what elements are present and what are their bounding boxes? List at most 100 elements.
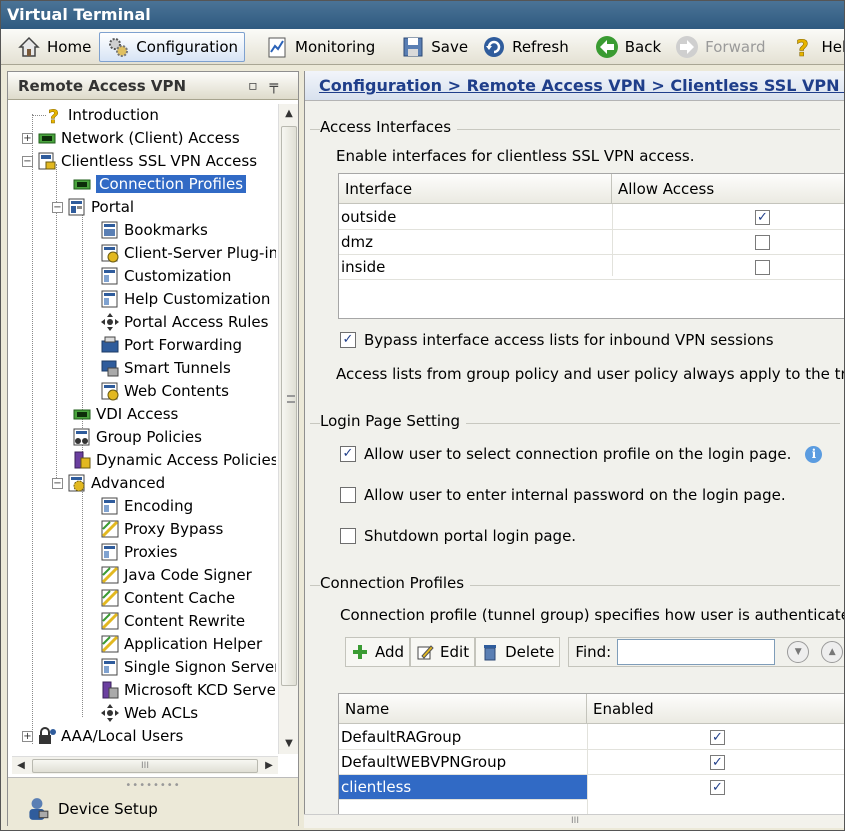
bypass-acl-option[interactable]: ✓ Bypass interface access lists for inbo… — [340, 331, 774, 349]
tree-node-dynamic-access-policies[interactable]: Dynamic Access Policies — [72, 449, 276, 471]
enabled-checkbox[interactable]: ✓ — [710, 755, 725, 770]
splitter-grip-icon[interactable]: •••••••• — [8, 780, 298, 791]
info-icon[interactable]: i — [805, 445, 823, 463]
expand-icon[interactable]: + — [22, 730, 33, 742]
tree-node-microsoft-kcd-server[interactable]: Microsoft KCD Server — [100, 679, 276, 701]
tree-node-java-code-signer[interactable]: Java Code Signer — [100, 564, 252, 586]
tree-node-client-server-plugins[interactable]: Client-Server Plug-ins — [100, 242, 276, 264]
allow-access-checkbox[interactable] — [755, 235, 770, 250]
breadcrumb[interactable]: Configuration > Remote Access VPN > Clie… — [305, 71, 844, 101]
tree-node-help-customization[interactable]: Help Customization — [100, 288, 270, 310]
table-row[interactable]: inside — [339, 255, 844, 280]
tree-node-proxy-bypass[interactable]: Proxy Bypass — [100, 518, 223, 540]
enabled-checkbox[interactable]: ✓ — [710, 780, 725, 795]
find-previous-icon[interactable]: ▲ — [821, 641, 844, 663]
configuration-panel: Configuration > Remote Access VPN > Clie… — [304, 71, 844, 826]
allow-access-checkbox[interactable] — [755, 260, 770, 275]
tree-node-encoding[interactable]: Encoding — [100, 495, 193, 517]
allow-access-column-header[interactable]: Allow Access — [612, 174, 844, 204]
name-column-header[interactable]: Name — [339, 694, 587, 724]
tree-node-group-policies[interactable]: Group Policies — [72, 426, 202, 448]
table-row-selected[interactable]: clientless — [339, 775, 587, 800]
refresh-button[interactable]: Refresh — [476, 32, 575, 62]
tree-node-single-signon-servers[interactable]: Single Signon Servers — [100, 656, 276, 678]
tree-label: Single Signon Servers — [124, 658, 276, 676]
scroll-down-arrow-icon[interactable]: ▼ — [279, 734, 299, 754]
pin-icon[interactable]: ╤ — [270, 78, 290, 94]
tree-node-customization[interactable]: Customization — [100, 265, 231, 287]
tree-node-web-contents[interactable]: Web Contents — [100, 380, 229, 402]
collapse-icon[interactable]: − — [22, 155, 33, 167]
scroll-left-arrow-icon[interactable]: ◀ — [12, 757, 30, 775]
home-button[interactable]: Home — [11, 32, 97, 62]
tree-node-bookmarks[interactable]: Bookmarks — [100, 219, 208, 241]
interface-column-header[interactable]: Interface — [339, 174, 612, 204]
tree-label: Web Contents — [124, 382, 229, 400]
edit-button[interactable]: Edit — [410, 637, 476, 667]
expand-icon[interactable]: + — [22, 132, 33, 144]
allow-access-checkbox[interactable]: ✓ — [755, 210, 770, 225]
scroll-thumb[interactable]: III — [32, 759, 258, 773]
add-button[interactable]: Add — [345, 637, 411, 667]
tree-node-port-forwarding[interactable]: Port Forwarding — [100, 334, 242, 356]
tree-vertical-scrollbar[interactable]: ▲ ▼ — [278, 104, 298, 754]
table-row[interactable]: dmz — [339, 230, 844, 255]
select-profile-label: Allow user to select connection profile … — [364, 445, 792, 463]
encoding-icon — [101, 497, 118, 515]
tree-node-vdi-access[interactable]: VDI Access — [72, 403, 178, 425]
bypass-acl-checkbox[interactable]: ✓ — [340, 332, 356, 348]
tree-horizontal-scrollbar[interactable]: ◀ III ▶ — [12, 756, 278, 774]
tree-node-network-access[interactable]: + Network (Client) Access — [22, 127, 240, 149]
delete-button[interactable]: Delete — [475, 637, 561, 667]
shutdown-portal-option[interactable]: Shutdown portal login page. — [340, 527, 576, 545]
tree-node-proxies[interactable]: Proxies — [100, 541, 177, 563]
internal-password-option[interactable]: Allow user to enter internal password on… — [340, 486, 786, 504]
table-row[interactable]: outside ✓ — [339, 205, 844, 230]
tree-node-content-cache[interactable]: Content Cache — [100, 587, 235, 609]
connection-profiles-icon — [73, 179, 91, 190]
content-horizontal-scrollbar[interactable]: III — [304, 814, 844, 828]
scroll-thumb[interactable] — [281, 126, 297, 686]
tree-node-introduction[interactable]: ? Introduction — [28, 104, 159, 126]
back-button[interactable]: Back — [589, 32, 667, 62]
scroll-up-arrow-icon[interactable]: ▲ — [279, 104, 299, 124]
forward-button[interactable]: Forward — [669, 32, 771, 62]
help-button[interactable]: ? Help — [785, 32, 844, 62]
tree-node-smart-tunnels[interactable]: Smart Tunnels — [100, 357, 231, 379]
tree-node-application-helper[interactable]: Application Helper — [100, 633, 262, 655]
tree-node-web-acls[interactable]: Web ACLs — [100, 702, 198, 724]
enabled-column-header[interactable]: Enabled — [587, 694, 844, 724]
tree-node-portal-access-rules[interactable]: Portal Access Rules — [100, 311, 268, 333]
breadcrumb-link[interactable]: Configuration > Remote Access VPN > Clie… — [319, 76, 844, 95]
tree-node-portal[interactable]: − Portal — [52, 196, 134, 218]
smart-tunnels-icon — [101, 360, 119, 377]
restore-icon[interactable]: ▫ — [248, 78, 270, 94]
tree-node-clientless[interactable]: − Clientless SSL VPN Access — [22, 150, 257, 172]
connection-profiles-toolbar: Add Edit Delete Find: ▼ ▲ — [345, 635, 844, 669]
collapse-icon[interactable]: − — [52, 477, 63, 489]
proxy-bypass-icon — [101, 520, 119, 538]
table-row[interactable]: DefaultRAGroup ✓ — [339, 725, 844, 750]
tree-node-advanced[interactable]: − Advanced — [52, 472, 165, 494]
tree-node-content-rewrite[interactable]: Content Rewrite — [100, 610, 245, 632]
select-profile-checkbox[interactable]: ✓ — [340, 446, 356, 462]
internal-password-checkbox[interactable] — [340, 487, 356, 503]
scroll-right-arrow-icon[interactable]: ▶ — [260, 757, 278, 775]
collapse-icon[interactable]: − — [52, 201, 63, 213]
tree-node-connection-profiles[interactable]: Connection Profiles — [72, 173, 247, 195]
find-next-icon[interactable]: ▼ — [787, 641, 810, 663]
tree-node-aaa-local-users[interactable]: + AAA/Local Users — [22, 725, 183, 747]
tree-label: Proxy Bypass — [124, 520, 224, 538]
shutdown-portal-checkbox[interactable] — [340, 528, 356, 544]
find-box: Find: ▼ ▲ — [568, 637, 844, 667]
device-setup-button[interactable]: Device Setup — [24, 796, 158, 822]
select-profile-option[interactable]: ✓ Allow user to select connection profil… — [340, 445, 823, 463]
save-button[interactable]: Save — [395, 32, 474, 62]
group-policies-icon — [73, 428, 90, 446]
enabled-checkbox[interactable]: ✓ — [710, 730, 725, 745]
clientless-vpn-icon — [38, 152, 56, 170]
monitoring-button[interactable]: Monitoring — [259, 32, 381, 62]
configuration-button[interactable]: Configuration — [99, 31, 246, 62]
find-input[interactable] — [617, 639, 776, 665]
table-row[interactable]: DefaultWEBVPNGroup ✓ — [339, 750, 844, 775]
